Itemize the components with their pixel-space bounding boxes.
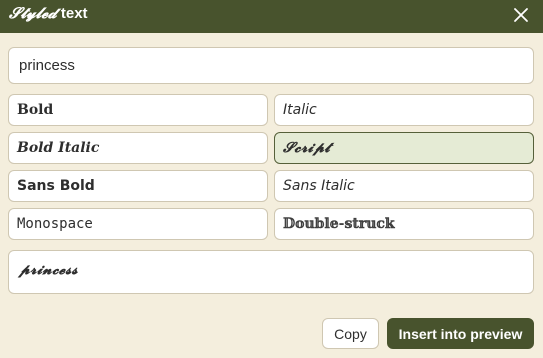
style-option-bold-italic[interactable]: Bold Italic: [8, 132, 268, 164]
dialog-title-rest: text: [56, 5, 88, 22]
styled-output-preview[interactable]: 𝓹𝓻𝓲𝓷𝓬𝓮𝓼𝓼: [8, 250, 534, 294]
dialog-titlebar: 𝓢𝓽𝔂𝓵𝓮𝓭 text: [0, 0, 543, 33]
style-option-sans-bold[interactable]: Sans Bold: [8, 170, 268, 202]
style-option-sans-italic[interactable]: Sans Italic: [274, 170, 534, 202]
insert-into-preview-button[interactable]: Insert into preview: [387, 318, 534, 349]
close-icon[interactable]: [511, 5, 531, 25]
dialog-title: 𝓢𝓽𝔂𝓵𝓮𝓭 text: [9, 5, 88, 22]
style-option-italic[interactable]: Italic: [274, 94, 534, 126]
style-option-double-struck[interactable]: 𝔻𝕠𝕦𝕓𝕝𝕖-𝕤𝕥𝕣𝕦𝕔𝕜: [274, 208, 534, 240]
source-text-input[interactable]: [8, 47, 534, 84]
styled-text-dialog: 𝓢𝓽𝔂𝓵𝓮𝓭 text Bold Italic Bold Italic 𝓢𝓬𝓻𝓲…: [0, 0, 543, 358]
dialog-title-styled: 𝓢𝓽𝔂𝓵𝓮𝓭: [9, 4, 57, 22]
style-option-script[interactable]: 𝓢𝓬𝓻𝓲𝓹𝓽: [274, 132, 534, 164]
style-option-bold[interactable]: Bold: [8, 94, 268, 126]
copy-button[interactable]: Copy: [322, 318, 379, 349]
style-option-monospace[interactable]: Monospace: [8, 208, 268, 240]
